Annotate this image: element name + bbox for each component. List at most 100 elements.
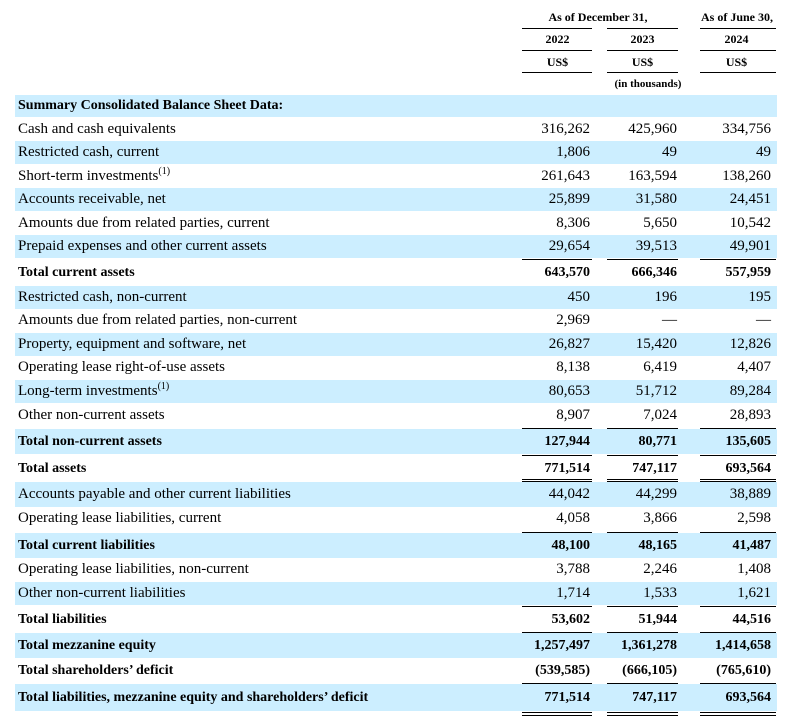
row-label: Total shareholders’ deficit (18, 662, 174, 678)
double-rule (522, 479, 592, 480)
table-row: Total liabilities, mezzanine equity and … (15, 684, 777, 711)
row-value-2024: 138,260 (722, 168, 771, 184)
subtotal-rule (700, 683, 776, 684)
header-rule-2024-mid (700, 50, 776, 51)
row-label: Accounts payable and other current liabi… (18, 486, 291, 502)
row-value-2024: 49,901 (729, 238, 771, 254)
row-value-2024: 28,893 (729, 407, 771, 423)
row-label: Property, equipment and software, net (18, 336, 247, 352)
row-value-2022: 1,714 (556, 585, 590, 601)
row-value-2022: 4,058 (556, 510, 590, 526)
row-value-2023: 39,513 (635, 238, 677, 254)
subtotal-rule (700, 632, 776, 633)
row-label: Prepaid expenses and other current asset… (18, 238, 267, 254)
row-value-2022: 1,257,497 (534, 637, 590, 653)
table-row: Operating lease liabilities, non-current… (15, 558, 777, 581)
header-rule-2022-mid (522, 50, 592, 51)
subtotal-rule (522, 632, 592, 633)
double-rule (607, 481, 678, 482)
header-units: (in thousands) (614, 78, 682, 90)
row-value-2023: 51,944 (638, 611, 678, 627)
double-rule (700, 715, 776, 716)
row-value-2023: 44,299 (635, 486, 677, 502)
row-label: Amounts due from related parties, non-cu… (18, 312, 298, 328)
header-group-december: As of December 31, (548, 10, 648, 24)
table-row: Amounts due from related parties, non-cu… (15, 309, 777, 332)
row-value-2024: 195 (748, 289, 772, 305)
row-value-2022: 450 (567, 289, 591, 305)
subtotal-rule (700, 428, 776, 429)
row-label: Restricted cash, current (18, 144, 160, 160)
header-rule-2023-bottom (607, 72, 678, 73)
balance-sheet-table: As of December 31, As of June 30, 2022 2… (0, 0, 795, 722)
row-value-2024: 1,408 (737, 561, 771, 577)
subtotal-rule (522, 683, 592, 684)
table-row: Operating lease liabilities, current 4,05… (15, 507, 777, 530)
header-rule-2022-bottom (522, 72, 592, 73)
subtotal-rule (522, 606, 592, 607)
row-value-2024: 89,284 (729, 383, 771, 399)
subtotal-rule (607, 259, 678, 260)
subtotal-rule (522, 428, 592, 429)
row-label: Other non-current liabilities (18, 585, 186, 601)
row-value-2023: 7,024 (643, 407, 677, 423)
row-value-2024: 41,487 (732, 537, 772, 553)
row-value-2024: 1,414,658 (715, 637, 771, 653)
row-value-2022: 771,514 (544, 460, 591, 476)
row-label: Total current assets (18, 264, 135, 280)
row-value-2023: 425,960 (628, 121, 677, 137)
row-label: Short-term investments(1) (18, 166, 171, 185)
header-rule-2024-top (700, 28, 776, 29)
row-value-2022: 25,899 (548, 191, 590, 207)
row-value-2022: 26,827 (548, 336, 590, 352)
row-value-2023: 48,165 (638, 537, 678, 553)
subtotal-rule (607, 632, 678, 633)
row-value-2024: 693,564 (725, 460, 772, 476)
table-row: Restricted cash, non-current 450 196 195 (15, 286, 777, 309)
row-value-2024: 12,826 (729, 336, 771, 352)
table-row: Prepaid expenses and other current asset… (15, 235, 777, 258)
table-row: Other non-current liabilities 1,714 1,533 1… (15, 582, 777, 605)
row-label: Amounts due from related parties, curren… (18, 215, 270, 231)
double-rule (607, 712, 678, 713)
table-row: Amounts due from related parties, curren… (15, 212, 777, 235)
header-year-2023: 2023 (630, 32, 655, 46)
double-rule (607, 715, 678, 716)
header-year-2024: 2024 (724, 32, 749, 46)
header-currency-2023: US$ (631, 55, 654, 69)
row-value-2024: 49 (756, 144, 771, 160)
row-value-2024: 557,959 (725, 264, 772, 280)
table-row: Total shareholders’ deficit (539,585) (666… (15, 658, 777, 683)
row-label: Total liabilities, mezzanine equity and … (18, 689, 369, 705)
table-row: Operating lease right-of-use assets 8,138… (15, 356, 777, 379)
row-value-2024: 1,621 (737, 585, 771, 601)
subtotal-rule (522, 259, 592, 260)
row-label: Long-term investments(1) (18, 381, 170, 400)
row-label: Operating lease liabilities, current (18, 510, 222, 526)
row-value-2024: 2,598 (737, 510, 771, 526)
table-row: Long-term investments(1) 80,653 51,712 89,2… (15, 380, 777, 403)
row-label: Total liabilities (18, 611, 107, 627)
double-rule (700, 479, 776, 480)
table-row: Restricted cash, current 1,806 49 49 (15, 141, 777, 164)
row-value-2022: 2,969 (556, 312, 590, 328)
row-label: Total current liabilities (18, 537, 155, 553)
row-value-2022: 316,262 (541, 121, 590, 137)
subtotal-rule (522, 455, 592, 456)
subtotal-rule (607, 683, 678, 684)
row-value-2022: 1,806 (556, 144, 590, 160)
header-year-2022: 2022 (545, 32, 570, 46)
row-value-2023: — (662, 312, 677, 328)
row-value-2023: 1,361,278 (621, 637, 677, 653)
double-rule (607, 479, 678, 480)
section-title: Summary Consolidated Balance Sheet Data: (18, 98, 284, 113)
table-row: Accounts payable and other current liabi… (15, 482, 777, 507)
header-currency-2022: US$ (546, 55, 569, 69)
header-rule-2022-top (522, 28, 592, 29)
header-rule-2023-top (607, 28, 678, 29)
row-value-2022: 53,602 (551, 611, 591, 627)
table-row: Total non-current assets 127,944 80,771 135… (15, 429, 777, 454)
row-value-2023: 80,771 (638, 433, 678, 449)
row-value-2024: 135,605 (725, 433, 772, 449)
double-rule (522, 481, 592, 482)
